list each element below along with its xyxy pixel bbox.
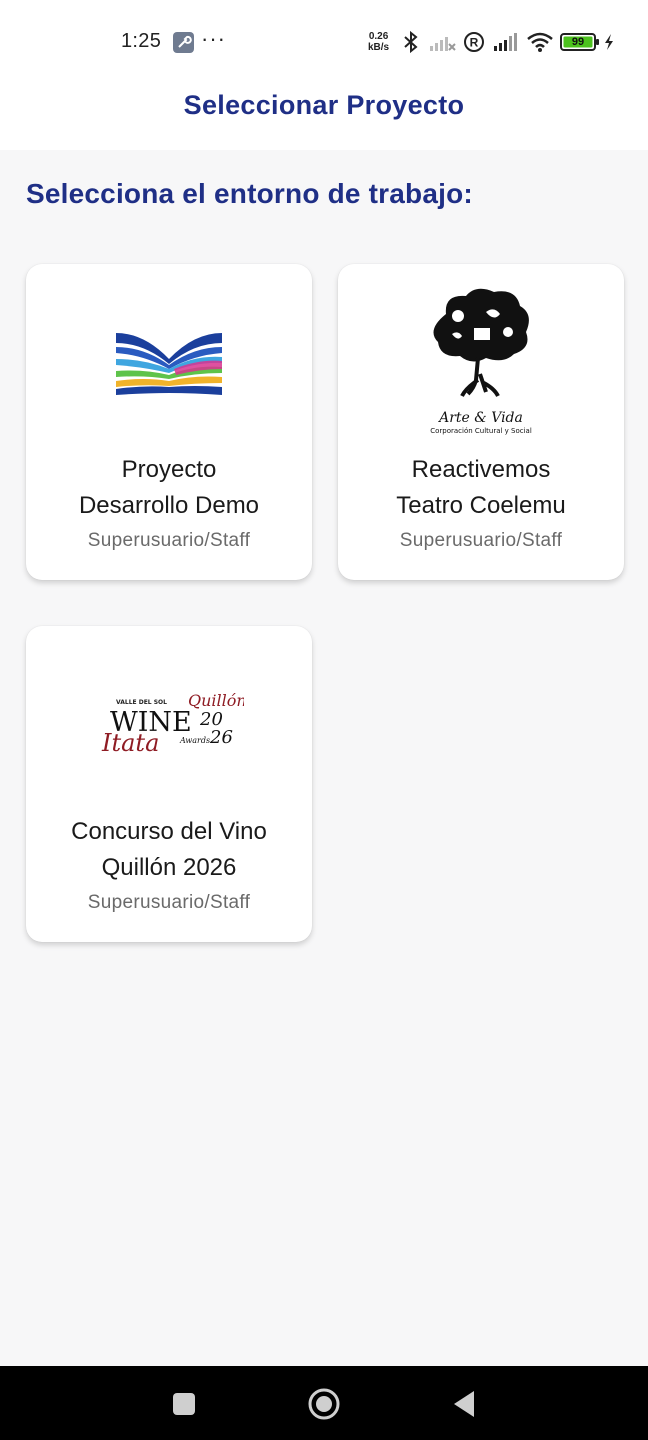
project-name: Concurso del Vino Quillón 2026	[71, 818, 267, 881]
wrench-icon	[173, 32, 194, 53]
project-card-teatro-coelemu[interactable]: Arte & Vida Corporación Cultural y Socia…	[338, 264, 624, 580]
wifi-icon	[526, 30, 554, 59]
bluetooth-icon	[401, 30, 421, 59]
project-card-desarrollo-demo[interactable]: Proyecto Desarrollo Demo Superusuario/St…	[26, 264, 312, 580]
section-heading: Selecciona el entorno de trabajo:	[26, 178, 473, 209]
registered-icon: R	[463, 30, 487, 59]
svg-text:Quillón: Quillón	[188, 691, 244, 710]
svg-text:R: R	[470, 36, 479, 50]
system-nav-bar	[0, 1366, 648, 1440]
status-bar: 1:25 ··· 0.26 kB/s R 99	[0, 0, 648, 80]
network-speed: 0.26 kB/s	[368, 31, 390, 53]
charging-icon	[603, 30, 615, 59]
project-role: Superusuario/Staff	[399, 530, 563, 551]
project-role: Superusuario/Staff	[87, 892, 251, 913]
logo-text: Arte & Vida	[437, 410, 523, 426]
logo-subtext: Corporación Cultural y Social	[430, 427, 532, 435]
circle-home-icon[interactable]	[304, 1384, 344, 1424]
svg-text:26: 26	[209, 727, 233, 748]
no-signal-icon	[428, 30, 458, 59]
project-name: Proyecto Desarrollo Demo	[78, 456, 260, 519]
more-dots: ···	[201, 26, 226, 51]
svg-text:VALLE DEL SOL: VALLE DEL SOL	[116, 699, 167, 706]
page-title: Seleccionar Proyecto	[183, 90, 465, 120]
signal-icon	[492, 30, 520, 59]
app-bar: Seleccionar Proyecto	[0, 80, 648, 150]
triangle-back-icon[interactable]	[444, 1384, 484, 1424]
arte-vida-tree-logo: Arte & Vida Corporación Cultural y Socia…	[338, 284, 624, 444]
battery-level: 99	[571, 36, 585, 48]
battery-icon: 99	[560, 32, 600, 57]
svg-text:Itata: Itata	[101, 729, 159, 757]
project-role: Superusuario/Staff	[87, 530, 251, 551]
svg-text:Awards: Awards	[179, 736, 210, 745]
project-card-concurso-vino[interactable]: VALLE DEL SOL Quillón WINE 20 26 Itata A…	[26, 626, 312, 942]
square-recents-icon[interactable]	[164, 1384, 204, 1424]
project-name: Reactivemos Teatro Coelemu	[396, 456, 566, 519]
status-time: 1:25	[121, 30, 162, 52]
ribbon-logo	[26, 284, 312, 444]
wine-awards-logo: VALLE DEL SOL Quillón WINE 20 26 Itata A…	[26, 646, 312, 806]
